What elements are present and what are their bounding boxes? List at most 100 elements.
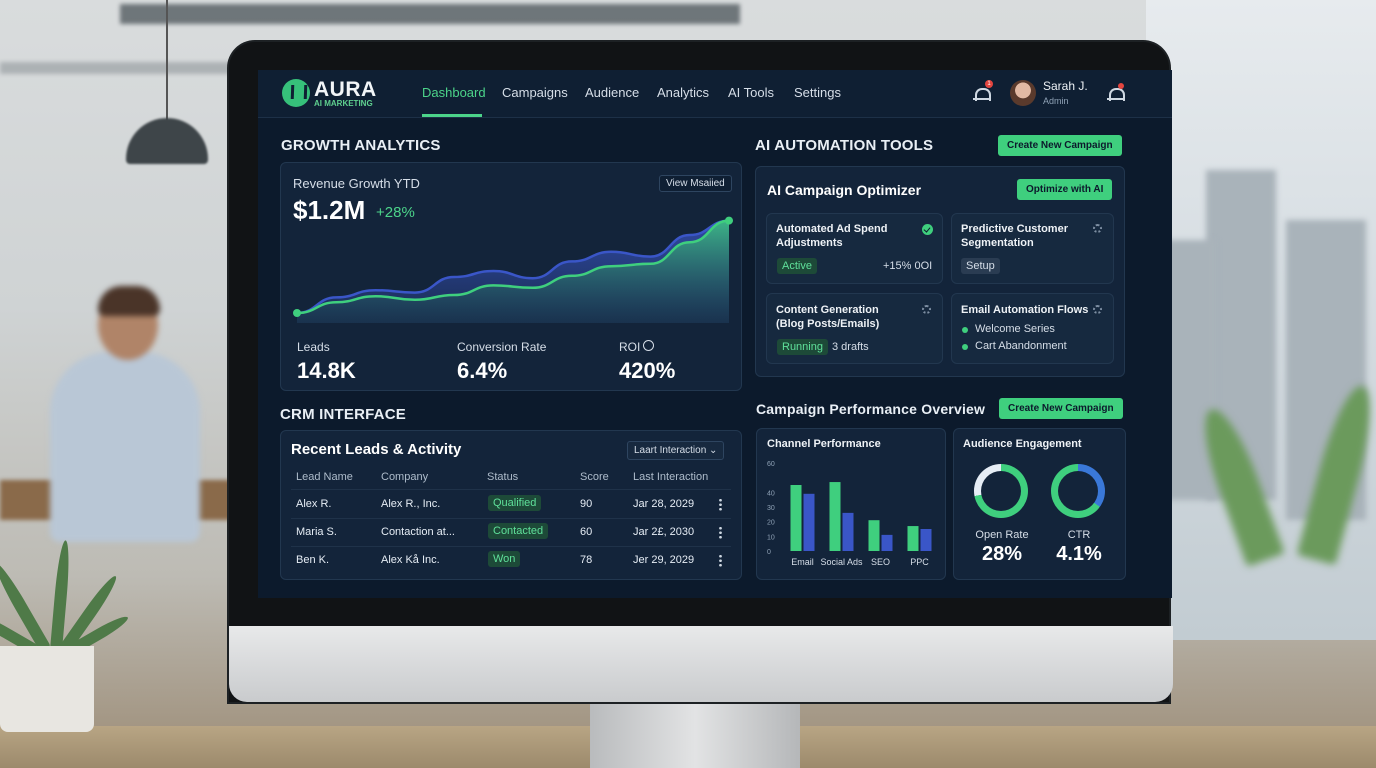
y-tick-label: 0 — [767, 549, 771, 556]
notifications-bell-icon[interactable] — [972, 86, 991, 102]
channel-performance-card: Channel Performance 0 10 20 30 40 60 Email Soci… — [756, 428, 946, 580]
growth-analytics-title: GROWTH ANALYTICS — [281, 137, 441, 154]
y-tick-label: 30 — [767, 505, 775, 512]
more-options-icon[interactable] — [719, 526, 722, 539]
audience-engagement-card: Audience Engagement Open Rate 28% CTR 4.… — [953, 428, 1126, 580]
tool-card-segmentation[interactable]: Predictive Customer Segmentation Setup — [951, 213, 1114, 284]
col-lead-name[interactable]: Lead Name — [296, 471, 353, 483]
crm-table-title: Recent Leads & Activity — [291, 441, 462, 458]
monitor-chin — [229, 626, 1173, 702]
tool-title: Automated Ad Spend — [776, 223, 888, 235]
col-last-interaction[interactable]: Last Interaction — [633, 471, 708, 483]
channel-bar[interactable] — [881, 534, 893, 551]
channel-bar-chart: 0 10 20 30 40 60 Email Social Ads SEO PPC — [767, 461, 932, 567]
ctr-donut — [1051, 464, 1105, 518]
nav-analytics[interactable]: Analytics — [657, 85, 709, 100]
y-tick-label: 60 — [767, 461, 775, 468]
chart-label: Revenue Growth YTD — [293, 176, 420, 191]
tool-card-email-flows[interactable]: Email Automation Flows Welcome Series Ca… — [951, 293, 1114, 364]
user-name[interactable]: Sarah J. — [1043, 79, 1088, 93]
nav-campaigns[interactable]: Campaigns — [502, 85, 568, 100]
sort-dropdown-label: Laart Interaction — [634, 445, 707, 456]
status-badge: Running — [777, 339, 828, 355]
roi-value: 420% — [619, 358, 676, 383]
channel-bar[interactable] — [842, 512, 854, 551]
x-tick-label: SEO — [871, 557, 890, 567]
lead-name[interactable]: Alex R. — [296, 498, 331, 510]
col-company[interactable]: Company — [381, 471, 428, 483]
open-rate-value: 28% — [981, 543, 1023, 565]
top-nav: AURA AI MARKETING Dashboard Campaigns Au… — [258, 70, 1172, 118]
divider — [291, 518, 731, 519]
status-badge: Setup — [961, 258, 1000, 274]
gear-icon[interactable] — [922, 305, 931, 314]
channel-bar[interactable] — [920, 529, 932, 551]
x-tick-label: Social Ads — [820, 557, 863, 567]
more-options-icon[interactable] — [719, 554, 722, 567]
nav-audience[interactable]: Audience — [585, 85, 639, 100]
channel-bar[interactable] — [790, 485, 802, 551]
sort-dropdown[interactable]: Laart Interaction ⌄ — [627, 441, 725, 460]
ctr-value: 4.1% — [1056, 543, 1102, 565]
plant-pot — [0, 646, 94, 732]
channel-bar[interactable] — [829, 482, 841, 551]
conversion-rate-label: Conversion Rate — [457, 340, 547, 354]
bullet-icon — [962, 344, 968, 350]
tool-title: Content Generation — [776, 304, 879, 316]
flow-item[interactable]: Cart Abandonment — [975, 340, 1067, 352]
lead-company: Alex Kå Inc. — [381, 554, 440, 566]
avatar[interactable] — [1010, 80, 1036, 106]
col-score[interactable]: Score — [580, 471, 609, 483]
gear-icon[interactable] — [1093, 224, 1102, 233]
active-tab-indicator — [422, 114, 482, 117]
tool-card-ad-spend[interactable]: Automated Ad Spend Adjustments Active +1… — [766, 213, 943, 284]
lead-score: 60 — [580, 526, 593, 538]
nav-settings[interactable]: Settings — [794, 85, 841, 100]
ceiling-beam — [120, 4, 740, 24]
monitor-stand — [590, 702, 800, 768]
conversion-rate-value: 6.4% — [457, 358, 508, 383]
info-icon[interactable] — [643, 340, 654, 351]
drafts-count: 3 drafts — [832, 341, 869, 353]
roi-label: ROI — [619, 340, 641, 354]
status-badge: Contacted — [488, 523, 549, 539]
y-tick-label: 20 — [767, 520, 775, 527]
aura-logo-icon[interactable] — [282, 79, 310, 107]
ai-tools-title: AI AUTOMATION TOOLS — [755, 137, 934, 154]
lead-name[interactable]: Ben K. — [296, 554, 329, 566]
flow-item[interactable]: Welcome Series — [975, 323, 1055, 335]
create-campaign-button-2[interactable]: Create New Campaign — [999, 398, 1123, 419]
more-options-icon[interactable] — [719, 498, 722, 511]
x-tick-label: PPC — [910, 557, 929, 567]
status-badge: Qualified — [488, 495, 542, 511]
notification-badge: 1 — [985, 80, 993, 88]
nav-dashboard[interactable]: Dashboard — [422, 85, 486, 100]
create-campaign-button[interactable]: Create New Campaign — [998, 135, 1122, 156]
col-status[interactable]: Status — [487, 471, 518, 483]
user-role: Admin — [1043, 96, 1069, 106]
bullet-icon — [962, 327, 968, 333]
channel-bar[interactable] — [907, 526, 919, 551]
tool-title: Email Automation Flows — [961, 304, 1089, 316]
ai-optimizer-card: AI Campaign Optimizer Optimize with AI A… — [755, 166, 1125, 377]
crm-card: Recent Leads & Activity Laart Interactio… — [280, 430, 742, 580]
lead-company: Contaction at... — [381, 526, 455, 538]
channel-bar[interactable] — [868, 520, 880, 551]
optimize-with-ai-button[interactable]: Optimize with AI — [1017, 179, 1113, 200]
nav-ai-tools[interactable]: AI Tools — [728, 85, 774, 100]
x-tick-label: Email — [791, 557, 814, 567]
dashboard-screen: AURA AI MARKETING Dashboard Campaigns Au… — [258, 70, 1172, 598]
open-rate-donut — [974, 464, 1028, 518]
tool-card-content-generation[interactable]: Content Generation (Blog Posts/Emails) R… — [766, 293, 943, 364]
lead-name[interactable]: Maria S. — [296, 526, 337, 538]
ceiling-beam — [0, 62, 250, 74]
channel-bar[interactable] — [803, 493, 815, 551]
channel-title: Channel Performance — [767, 438, 881, 450]
leads-label: Leads — [297, 340, 330, 354]
gear-icon[interactable] — [1093, 305, 1102, 314]
lead-last-interaction: Jer 29, 2029 — [633, 554, 695, 566]
y-tick-label: 10 — [767, 534, 775, 541]
view-details-button[interactable]: View Msaiied — [659, 175, 732, 192]
tool-title: Adjustments — [776, 237, 843, 249]
chevron-down-icon: ⌄ — [709, 445, 718, 456]
